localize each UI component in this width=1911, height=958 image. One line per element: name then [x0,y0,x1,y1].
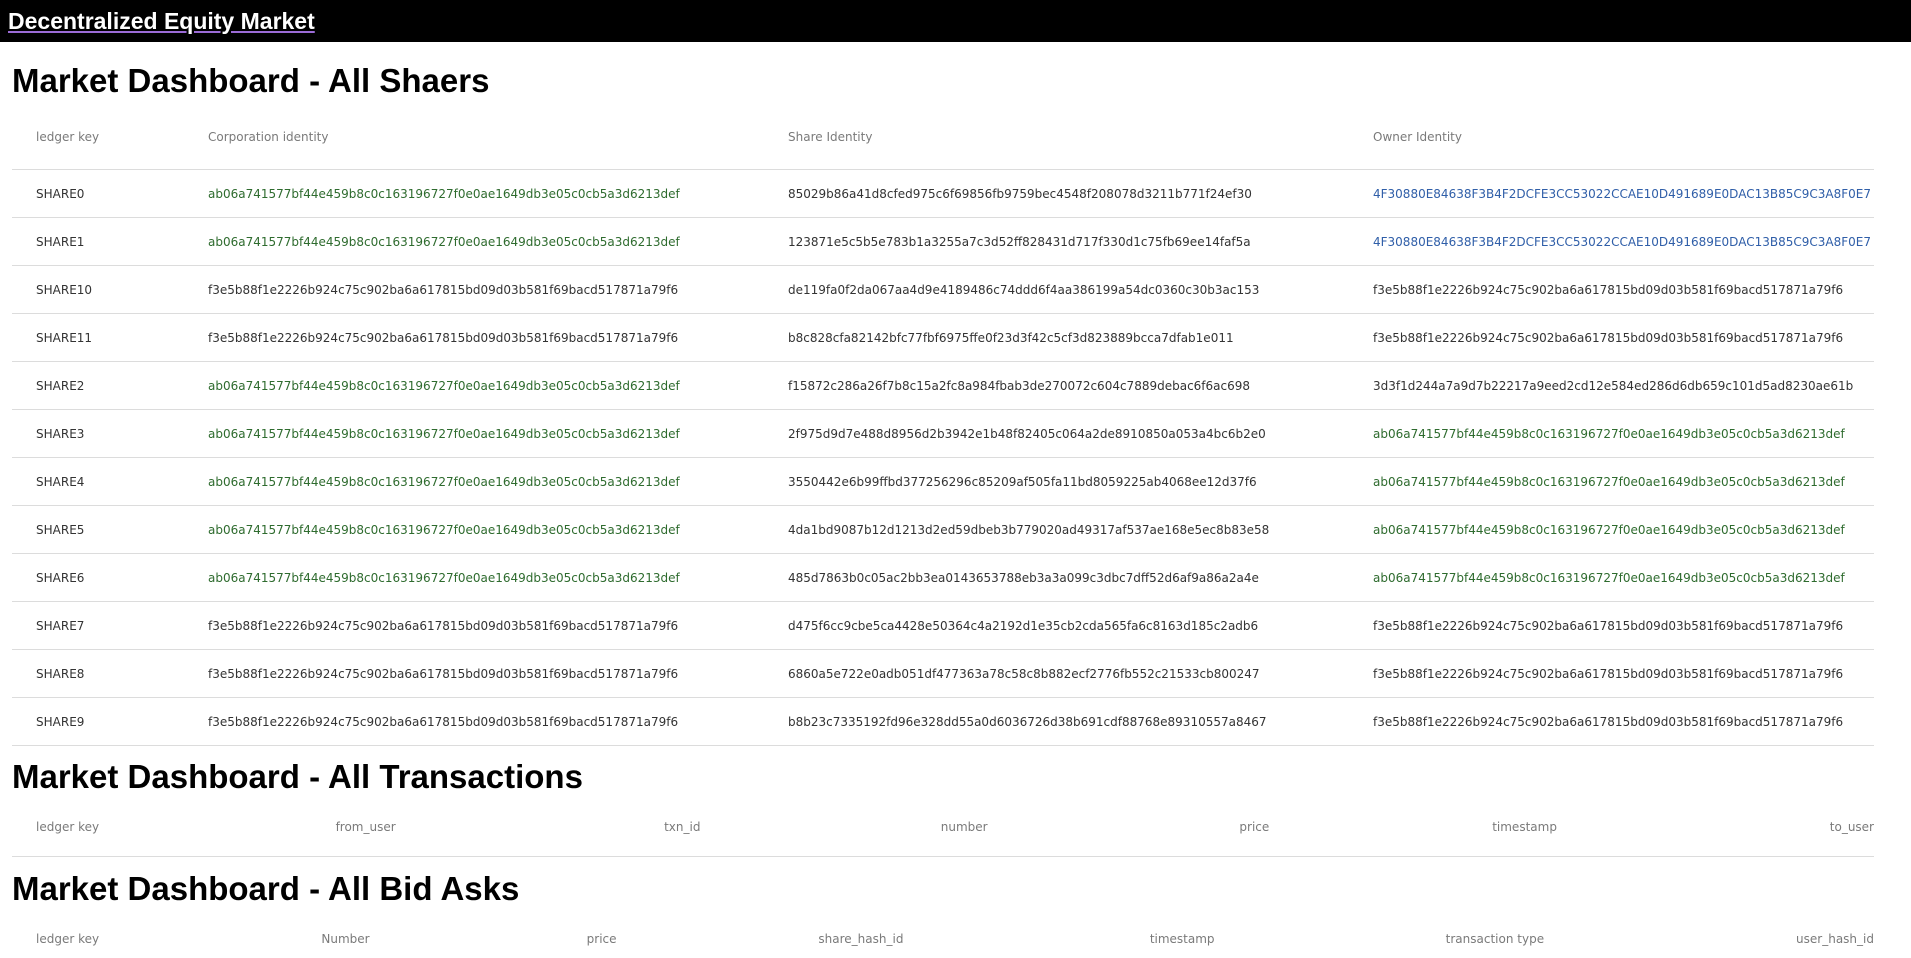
column-header-timestamp: timestamp [1468,798,1806,857]
transactions-section-title: Market Dashboard - All Transactions [12,758,583,795]
cell-corporation-identity: f3e5b88f1e2226b924c75c902ba6a617815bd09d… [184,649,764,698]
transactions-section: Market Dashboard - All Transactions ledg… [12,746,1899,857]
column-header-owner-identity: Owner Identity [1349,105,1874,170]
cell-corporation-identity: ab06a741577bf44e459b8c0c163196727f0e0ae1… [184,361,764,410]
column-header-to-user: to_user [1805,798,1874,857]
cell-owner-identity: 3d3f1d244a7a9d7b22217a9eed2cd12e584ed286… [1349,361,1874,410]
transactions-table: ledger key from_user txn_id number price… [12,798,1874,857]
cell-corporation-identity: ab06a741577bf44e459b8c0c163196727f0e0ae1… [184,217,764,266]
top-nav-bar: Decentralized Equity Market [0,0,1911,42]
column-header-transaction-type: transaction type [1421,910,1773,958]
cell-share-identity: 2f975d9d7e488d8956d2b3942e1b48f82405c064… [764,409,1349,458]
cell-share-identity: d475f6cc9cbe5ca4428e50364c4a2192d1e35cb2… [764,601,1349,650]
bidasks-table: ledger key Number price share_hash_id ti… [12,910,1874,958]
cell-ledger-key: SHARE1 [12,217,184,266]
cell-corporation-identity: f3e5b88f1e2226b924c75c902ba6a617815bd09d… [184,697,764,746]
cell-corporation-identity: f3e5b88f1e2226b924c75c902ba6a617815bd09d… [184,265,764,314]
table-row: SHARE11 f3e5b88f1e2226b924c75c902ba6a6178… [12,313,1874,362]
cell-corporation-identity: ab06a741577bf44e459b8c0c163196727f0e0ae1… [184,505,764,554]
cell-share-identity: de119fa0f2da067aa4d9e4189486c74ddd6f4aa3… [764,265,1349,314]
cell-owner-identity: ab06a741577bf44e459b8c0c163196727f0e0ae1… [1349,505,1874,554]
cell-share-identity: 485d7863b0c05ac2bb3ea0143653788eb3a3a099… [764,553,1349,602]
column-header-from-user: from_user [311,798,641,857]
bidasks-section-title: Market Dashboard - All Bid Asks [12,870,520,907]
cell-ledger-key: SHARE6 [12,553,184,602]
bidasks-section: Market Dashboard - All Bid Asks ledger k… [12,857,1899,958]
cell-owner-identity: f3e5b88f1e2226b924c75c902ba6a617815bd09d… [1349,697,1874,746]
cell-corporation-identity: f3e5b88f1e2226b924c75c902ba6a617815bd09d… [184,313,764,362]
table-row: SHARE8 f3e5b88f1e2226b924c75c902ba6a61781… [12,649,1874,698]
column-header-share-hash-id: share_hash_id [794,910,1126,958]
cell-ledger-key: SHARE0 [12,169,184,218]
column-header-txn-id: txn_id [640,798,917,857]
table-row: SHARE4 ab06a741577bf44e459b8c0c163196727f… [12,457,1874,506]
table-row: SHARE1 ab06a741577bf44e459b8c0c163196727f… [12,217,1874,266]
shares-table-body: SHARE0 ab06a741577bf44e459b8c0c163196727f… [12,169,1874,746]
cell-ledger-key: SHARE10 [12,265,184,314]
cell-owner-identity: f3e5b88f1e2226b924c75c902ba6a617815bd09d… [1349,313,1874,362]
column-header-ledger-key: ledger key [12,105,184,170]
shares-table-header: ledger key Corporation identity Share Id… [12,105,1874,170]
column-header-share-identity: Share Identity [764,105,1349,170]
cell-ledger-key: SHARE5 [12,505,184,554]
shares-section: Market Dashboard - All Shaers ledger key… [12,42,1899,746]
column-header-user-hash-id: user_hash_id [1772,910,1874,958]
cell-owner-identity: ab06a741577bf44e459b8c0c163196727f0e0ae1… [1349,553,1874,602]
cell-owner-identity: f3e5b88f1e2226b924c75c902ba6a617815bd09d… [1349,601,1874,650]
cell-share-identity: b8c828cfa82142bfc77fbf6975ffe0f23d3f42c5… [764,313,1349,362]
cell-ledger-key: SHARE7 [12,601,184,650]
column-header-number: number [916,798,1216,857]
cell-share-identity: 4da1bd9087b12d1213d2ed59dbeb3b779020ad49… [764,505,1349,554]
cell-share-identity: 3550442e6b99ffbd377256296c85209af505fa11… [764,457,1349,506]
column-header-price: price [1215,798,1469,857]
shares-table: ledger key Corporation identity Share Id… [12,105,1874,746]
cell-share-identity: 6860a5e722e0adb051df477363a78c58c8b882ec… [764,649,1349,698]
cell-ledger-key: SHARE3 [12,409,184,458]
cell-owner-identity: 4F30880E84638F3B4F2DCFE3CC53022CCAE10D49… [1349,169,1874,218]
column-header-number: Number [297,910,563,958]
cell-corporation-identity: ab06a741577bf44e459b8c0c163196727f0e0ae1… [184,169,764,218]
app-title-link[interactable]: Decentralized Equity Market [8,8,315,35]
transactions-table-header: ledger key from_user txn_id number price… [12,798,1874,857]
cell-corporation-identity: f3e5b88f1e2226b924c75c902ba6a617815bd09d… [184,601,764,650]
main-content: Market Dashboard - All Shaers ledger key… [0,42,1911,958]
column-header-price: price [562,910,795,958]
table-row: SHARE10 f3e5b88f1e2226b924c75c902ba6a6178… [12,265,1874,314]
table-row: SHARE9 f3e5b88f1e2226b924c75c902ba6a61781… [12,697,1874,746]
cell-owner-identity: ab06a741577bf44e459b8c0c163196727f0e0ae1… [1349,409,1874,458]
cell-owner-identity: f3e5b88f1e2226b924c75c902ba6a617815bd09d… [1349,265,1874,314]
cell-corporation-identity: ab06a741577bf44e459b8c0c163196727f0e0ae1… [184,457,764,506]
table-row: SHARE3 ab06a741577bf44e459b8c0c163196727f… [12,409,1874,458]
table-row: SHARE2 ab06a741577bf44e459b8c0c163196727f… [12,361,1874,410]
cell-corporation-identity: ab06a741577bf44e459b8c0c163196727f0e0ae1… [184,409,764,458]
column-header-timestamp: timestamp [1125,910,1422,958]
cell-owner-identity: 4F30880E84638F3B4F2DCFE3CC53022CCAE10D49… [1349,217,1874,266]
cell-share-identity: 123871e5c5b5e783b1a3255a7c3d52ff828431d7… [764,217,1349,266]
table-row: SHARE6 ab06a741577bf44e459b8c0c163196727f… [12,553,1874,602]
cell-ledger-key: SHARE8 [12,649,184,698]
cell-corporation-identity: ab06a741577bf44e459b8c0c163196727f0e0ae1… [184,553,764,602]
cell-owner-identity: f3e5b88f1e2226b924c75c902ba6a617815bd09d… [1349,649,1874,698]
shares-section-title: Market Dashboard - All Shaers [12,62,490,99]
bidasks-table-header: ledger key Number price share_hash_id ti… [12,910,1874,958]
cell-share-identity: b8b23c7335192fd96e328dd55a0d6036726d38b6… [764,697,1349,746]
cell-ledger-key: SHARE4 [12,457,184,506]
table-row: SHARE5 ab06a741577bf44e459b8c0c163196727f… [12,505,1874,554]
cell-share-identity: 85029b86a41d8cfed975c6f69856fb9759bec454… [764,169,1349,218]
table-row: SHARE7 f3e5b88f1e2226b924c75c902ba6a61781… [12,601,1874,650]
column-header-ledger-key: ledger key [12,798,312,857]
column-header-ledger-key: ledger key [12,910,298,958]
cell-ledger-key: SHARE2 [12,361,184,410]
cell-ledger-key: SHARE11 [12,313,184,362]
cell-owner-identity: ab06a741577bf44e459b8c0c163196727f0e0ae1… [1349,457,1874,506]
cell-ledger-key: SHARE9 [12,697,184,746]
cell-share-identity: f15872c286a26f7b8c15a2fc8a984fbab3de2700… [764,361,1349,410]
table-row: SHARE0 ab06a741577bf44e459b8c0c163196727f… [12,169,1874,218]
column-header-corporation-identity: Corporation identity [184,105,764,170]
